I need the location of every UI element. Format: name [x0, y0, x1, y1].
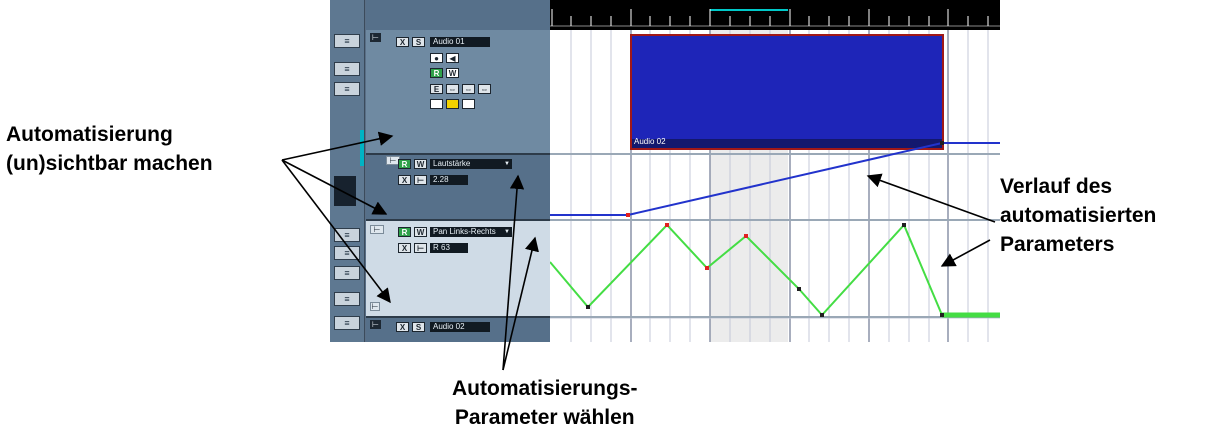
arrow-to-volume-toggle [281, 131, 394, 161]
arrow-to-pan-curve [940, 239, 991, 267]
callout-arrows [281, 131, 996, 371]
arrow-to-lower-toggle [281, 159, 391, 304]
arrow-to-volume-curve [866, 173, 996, 223]
arrow-to-pan-toggle [281, 159, 388, 215]
